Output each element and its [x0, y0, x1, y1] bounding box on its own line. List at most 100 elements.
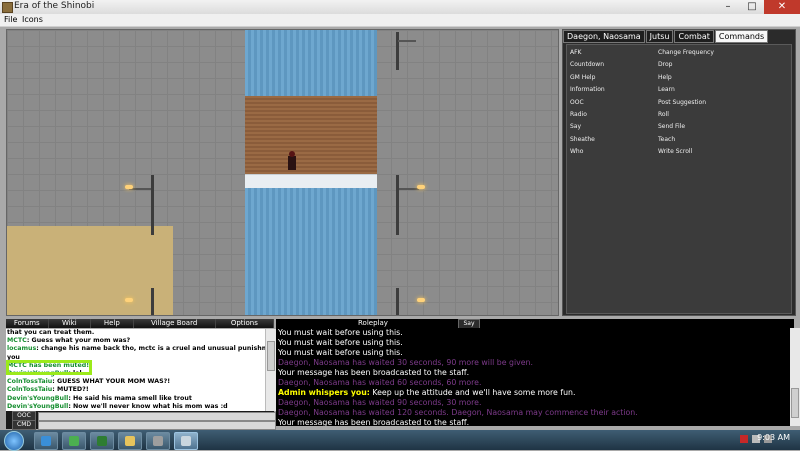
ooc-chat-scrollbar[interactable]: [265, 329, 276, 411]
wiki-button[interactable]: Wiki: [48, 319, 92, 328]
chat-username[interactable]: ColnTossTaiu: [7, 386, 52, 393]
lamp-post: [151, 288, 154, 315]
roleplay-label[interactable]: Roleplay: [358, 319, 388, 328]
village-board-button[interactable]: Village Board: [133, 319, 216, 328]
roleplay-message: Daegon, Naosama has waited 60 seconds, 6…: [278, 378, 482, 387]
lamp-light: [417, 298, 425, 302]
admin-speaker: Admin whispers you:: [278, 388, 370, 397]
chat-message: that you can treat them.: [7, 329, 95, 336]
roleplay-line: Daegon, Naosama has waited 90 seconds, 3…: [276, 398, 790, 408]
tab-jutsu[interactable]: Jutsu: [645, 30, 674, 43]
roleplay-line: Your message has been broadcasted to the…: [276, 368, 790, 378]
command-post-suggestion[interactable]: Post Suggestion: [658, 97, 714, 109]
tray-alert-icon[interactable]: [740, 435, 748, 443]
commands-list: AFK Countdown GM Help Information OOC Radio Sa…: [566, 44, 792, 314]
side-panel: Daegon, Naosama Jutsu Combat Commands AF…: [562, 29, 796, 316]
maximize-icon[interactable]: □: [740, 0, 764, 14]
lamp-arm: [398, 40, 416, 42]
command-write-scroll[interactable]: Write Scroll: [658, 146, 714, 158]
ie-icon[interactable]: [34, 432, 58, 450]
roleplay-message: Your message has been broadcasted to the…: [278, 368, 470, 377]
start-button[interactable]: [4, 431, 24, 451]
command-sheathe[interactable]: Sheathe: [570, 134, 605, 146]
command-afk[interactable]: AFK: [570, 47, 605, 59]
scroll-thumb[interactable]: [267, 341, 275, 371]
wooden-deck: [245, 96, 377, 174]
help-button[interactable]: Help: [91, 319, 134, 328]
cmd-input[interactable]: [38, 421, 276, 430]
chat-username[interactable]: ColnTossTaiu: [7, 378, 52, 385]
tab-combat[interactable]: Combat: [674, 30, 714, 43]
chat-username[interactable]: locamus: [7, 345, 36, 352]
command-gm-help[interactable]: GM Help: [570, 72, 605, 84]
app-green-icon[interactable]: [90, 432, 114, 450]
chat-username[interactable]: Devin'sYoungBull: [7, 395, 68, 402]
roleplay-message: You must wait before using this.: [278, 348, 403, 357]
chat-username[interactable]: MCTC: [7, 337, 27, 344]
lamp-arm: [399, 188, 419, 190]
app-icon: [2, 2, 13, 13]
commands-column-left: AFK Countdown GM Help Information OOC Radio Sa…: [570, 47, 605, 159]
menu-icons[interactable]: Icons: [22, 15, 43, 24]
game-map[interactable]: [6, 29, 559, 316]
roleplay-message: You must wait before using this.: [278, 328, 403, 337]
forums-button[interactable]: Forums: [6, 319, 49, 328]
lamp-post: [396, 32, 399, 70]
roleplay-line: You must wait before using this.: [276, 338, 790, 348]
options-button[interactable]: Options: [215, 319, 275, 328]
command-teach[interactable]: Teach: [658, 134, 714, 146]
command-roll[interactable]: Roll: [658, 109, 714, 121]
roleplay-line: Daegon, Naosama has waited 30 seconds, 9…: [276, 358, 790, 368]
command-information[interactable]: Information: [570, 84, 605, 96]
tab-character[interactable]: Daegon, Naosama: [563, 30, 645, 43]
ooc-input[interactable]: [38, 412, 276, 421]
folder-icon[interactable]: [118, 432, 142, 450]
chat-message: : Now we'll never know what his mom was …: [68, 402, 228, 410]
roleplay-chat-scrollbar[interactable]: [790, 328, 800, 426]
roleplay-line: You must wait before using this.: [276, 328, 790, 338]
player-avatar[interactable]: [288, 151, 296, 170]
command-send-file[interactable]: Send File: [658, 121, 714, 133]
chat-line: Devin'sYoungBull: Now we'll never know w…: [6, 403, 268, 411]
bottom-toolbar: Forums Wiki Help Village Board Options: [6, 319, 275, 328]
roleplay-message: You must wait before using this.: [278, 338, 403, 347]
command-help[interactable]: Help: [658, 72, 714, 84]
roleplay-message: Daegon, Naosama has waited 30 seconds, 9…: [278, 358, 533, 367]
roleplay-bar: Roleplay Say: [276, 319, 794, 329]
menu-bar: File Icons: [0, 14, 800, 27]
chat-line: that you can treat them.: [6, 329, 268, 337]
command-ooc[interactable]: OOC: [570, 97, 605, 109]
chat-line: ColnTossTaiu: MUTED?!: [6, 386, 268, 394]
close-icon[interactable]: ✕: [764, 0, 800, 14]
roleplay-message: Your message has been broadcasted to the…: [278, 418, 470, 426]
title-bar: Era of the Shinobi – □ ✕: [0, 0, 800, 15]
scroll-thumb[interactable]: [791, 388, 799, 418]
chat-line: ColnTossTaiu: GUESS WHAT YOUR MOM WAS?!: [6, 378, 268, 386]
lamp-light: [417, 185, 425, 189]
roleplay-message: Keep up the attitude and we'll have some…: [369, 388, 576, 397]
app-icon-2[interactable]: [146, 432, 170, 450]
cmd-mode-button[interactable]: CMD: [12, 420, 36, 430]
command-say[interactable]: Say: [570, 121, 605, 133]
window-title: Era of the Shinobi: [14, 1, 95, 11]
roleplay-message: Daegon, Naosama has waited 120 seconds. …: [278, 408, 638, 417]
command-who[interactable]: Who: [570, 146, 605, 158]
game-task-icon[interactable]: [174, 432, 198, 450]
command-countdown[interactable]: Countdown: [570, 59, 605, 71]
lamp-light: [125, 185, 133, 189]
clock[interactable]: 9:03 AM: [757, 433, 790, 442]
roleplay-chat-log[interactable]: You must wait before using this. You must…: [276, 328, 790, 426]
command-radio[interactable]: Radio: [570, 109, 605, 121]
command-change-frequency[interactable]: Change Frequency: [658, 47, 714, 59]
command-learn[interactable]: Learn: [658, 84, 714, 96]
chat-line: Devin'sYoungBull: He said his mama smell…: [6, 395, 268, 403]
command-drop[interactable]: Drop: [658, 59, 714, 71]
tab-commands[interactable]: Commands: [714, 30, 769, 43]
lamp-post: [151, 175, 154, 235]
menu-file[interactable]: File: [4, 15, 17, 24]
minimize-icon[interactable]: –: [716, 0, 740, 14]
media-icon[interactable]: [62, 432, 86, 450]
roleplay-message: Daegon, Naosama has waited 90 seconds, 3…: [278, 398, 482, 407]
roleplay-line: You must wait before using this.: [276, 348, 790, 358]
chat-username[interactable]: Devin'sYoungBull: [7, 403, 68, 410]
